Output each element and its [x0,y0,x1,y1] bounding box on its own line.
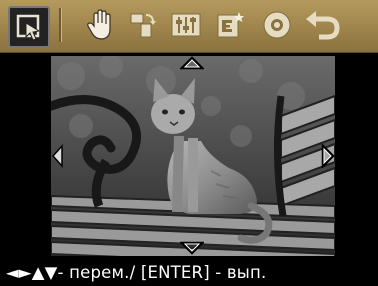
hand-icon [87,9,111,40]
photo-preview[interactable] [51,56,335,256]
red-eye-tool-button[interactable] [260,6,294,44]
adjust-tool-button[interactable] [168,6,204,44]
eye-icon [263,11,291,39]
select-tool-button[interactable] [8,6,50,48]
hand-tool-button[interactable] [83,6,119,44]
arrow-up-icon [180,56,204,70]
edit-tool-button[interactable] [212,6,248,44]
select-cursor-icon [16,14,41,41]
edit-frame-icon [217,12,244,38]
toolbar [0,0,378,53]
adjust-sliders-icon [171,13,201,37]
photo-image [51,56,335,256]
undo-icon [306,11,340,40]
navigation-hint: ◄►▲▼- перем./ [ENTER] - вып. [6,262,267,282]
undo-tool-button[interactable] [302,6,344,44]
footer-hint-bar: ◄►▲▼- перем./ [ENTER] - вып. [0,258,378,286]
arrow-right-icon [321,144,335,168]
arrow-left-icon [51,144,63,168]
rotate-icon [130,13,156,38]
toolbar-separator [59,8,62,42]
arrow-down-icon [180,241,204,255]
rotate-tool-button[interactable] [126,6,160,44]
